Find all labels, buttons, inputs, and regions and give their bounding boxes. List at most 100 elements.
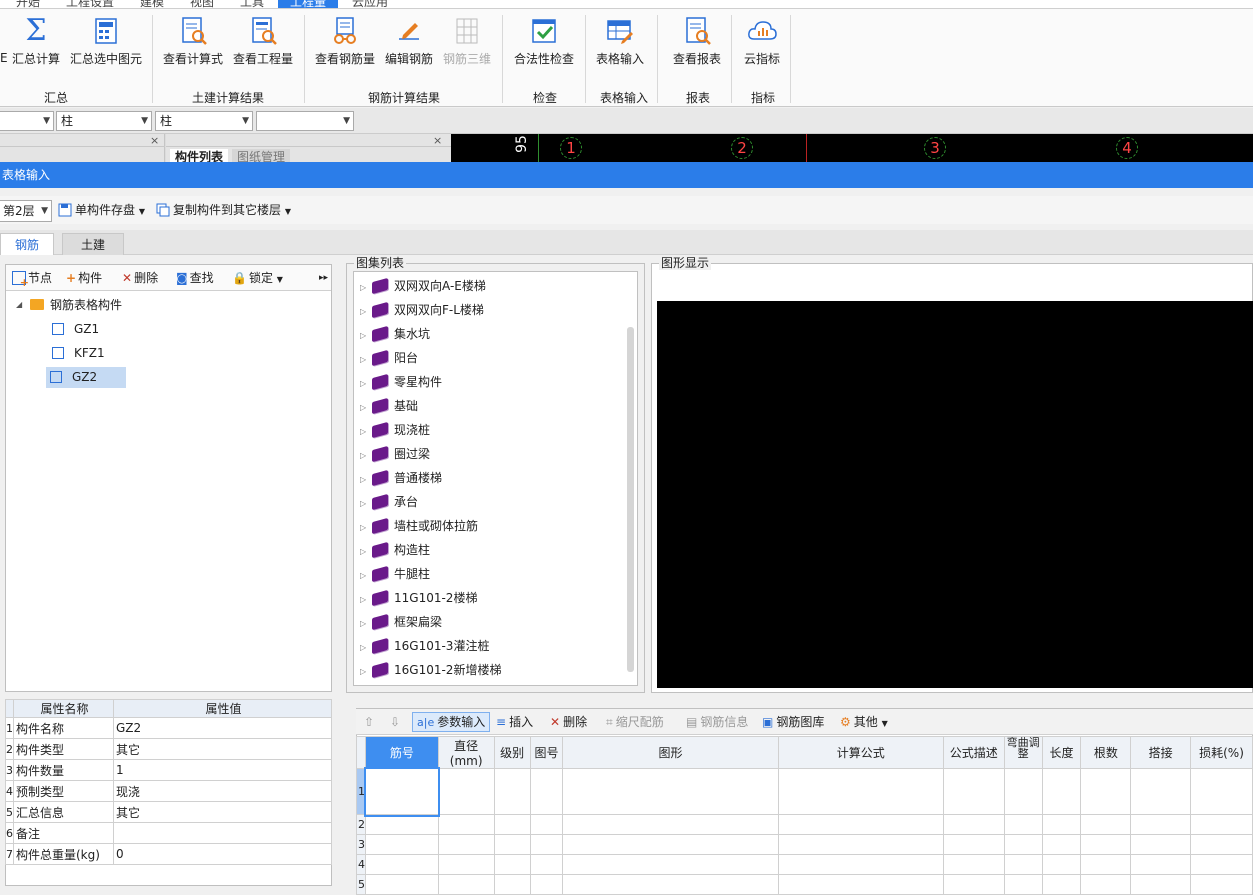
row-number[interactable]: 2 [356,814,366,835]
atlas-item[interactable]: ▷ 零星构件 [360,373,442,392]
prop-value[interactable]: 其它 [113,738,332,760]
grid-cell[interactable] [1003,768,1043,815]
grid-cell[interactable] [365,874,439,895]
menu-tab-modeling[interactable]: 建模 [134,0,170,8]
row-number[interactable]: 4 [356,854,366,875]
atlas-item[interactable]: ▷ 普通楼梯 [360,469,442,488]
atlas-item[interactable]: ▷ 16G101-2新增楼梯 [360,661,501,680]
grid-cell[interactable] [1080,834,1132,855]
col-bar-no[interactable]: 筋号 [365,736,439,769]
grid-cell[interactable] [562,768,779,815]
expand-arrow-icon[interactable]: ▷ [360,616,372,632]
grid-cell[interactable] [1041,768,1082,815]
grid-cell[interactable] [437,874,495,895]
grid-cell[interactable] [1041,814,1082,835]
menu-tab-start[interactable]: 开始 [10,0,46,8]
insert-button[interactable]: ≡ 插入 [496,714,533,730]
tree-root[interactable]: 钢筋表格构件 [30,296,122,314]
grid-cell[interactable] [562,814,779,835]
grid-cell[interactable] [365,814,439,835]
summary-calc-button[interactable]: Σ 汇总计算 [10,15,62,75]
tab-rebar[interactable]: 钢筋 [0,233,54,255]
grid-cell[interactable] [529,814,564,835]
grid-cell[interactable] [493,768,531,815]
grid-cell[interactable] [942,768,1005,815]
grid-cell[interactable] [1130,834,1192,855]
expand-arrow-icon[interactable]: ▷ [360,592,372,608]
grid-cell[interactable] [529,768,564,815]
menu-tab-tools[interactable]: 工具 [234,0,270,8]
atlas-item[interactable]: ▷ 圈过梁 [360,445,430,464]
rebar-info-button[interactable]: ▤ 钢筋信息 [686,714,748,730]
grid-cell[interactable] [529,834,564,855]
grid-cell[interactable] [1080,854,1132,875]
col-shape[interactable]: 图形 [562,736,779,769]
prop-value[interactable]: 1 [113,759,332,781]
move-down-icon[interactable]: ⇩ [390,714,400,730]
col-figure-no[interactable]: 图号 [529,736,564,769]
grid-cell[interactable] [1041,874,1082,895]
expand-arrow-icon[interactable]: ▷ [360,520,372,536]
grid-cell[interactable] [1130,814,1192,835]
expand-arrow-icon[interactable]: ▷ [360,376,372,392]
add-component-button[interactable]: + 构件 [66,270,102,286]
grid-cell[interactable] [1130,854,1192,875]
grid-cell[interactable] [493,854,531,875]
col-bend-adjust[interactable]: 弯曲调整 [1003,736,1043,769]
grid-cell[interactable] [562,834,779,855]
expand-arrow-icon[interactable]: ▷ [360,448,372,464]
prop-value[interactable]: 0 [113,843,332,865]
tree-item-selected[interactable]: GZ2 [46,367,126,388]
grid-cell[interactable] [942,854,1005,875]
prop-value[interactable] [113,822,332,844]
prop-value[interactable]: 其它 [113,801,332,823]
expand-arrow-icon[interactable]: ▷ [360,640,372,656]
grid-cell[interactable] [1003,854,1043,875]
tree-item[interactable]: KFZ1 [48,344,109,362]
rebar-library-button[interactable]: ▣ 钢筋图库 [762,714,824,730]
grid-cell[interactable] [437,854,495,875]
col-grade[interactable]: 级别 [493,736,531,769]
prop-value[interactable]: 现浇 [113,780,332,802]
cloud-index-button[interactable]: 云指标 [740,15,784,75]
grid-cell[interactable] [1190,854,1253,875]
expand-arrow-icon[interactable]: ▷ [360,568,372,584]
grid-cell[interactable] [1041,834,1082,855]
col-diameter[interactable]: 直径(mm) [437,736,495,769]
grid-cell[interactable] [1003,814,1043,835]
grid-cell[interactable] [365,834,439,855]
grid-cell[interactable] [777,854,944,875]
table-input-button[interactable]: 表格输入 [593,15,647,75]
expand-arrow-icon[interactable]: ▷ [360,496,372,512]
find-button[interactable]: ◙ 查找 [176,270,214,286]
atlas-item[interactable]: ▷ 16G101-3灌注桩 [360,637,489,656]
menu-tab-quantity[interactable]: 工程量 [278,0,338,8]
atlas-item[interactable]: ▷ 构造柱 [360,541,430,560]
expand-arrow-icon[interactable]: ▷ [360,424,372,440]
grid-cell[interactable] [562,854,779,875]
expand-arrow-icon[interactable]: ▷ [360,400,372,416]
delete-button[interactable]: ✕ 删除 [122,270,158,286]
grid-cell[interactable] [777,814,944,835]
scale-rebar-button[interactable]: ⌗ 缩尺配筋 [606,714,664,730]
grid-cell[interactable] [1190,874,1253,895]
grid-cell[interactable] [437,814,495,835]
col-lap[interactable]: 搭接 [1130,736,1192,769]
grid-cell[interactable] [1003,834,1043,855]
atlas-item[interactable]: ▷ 双网双向F-L楼梯 [360,301,484,320]
lock-button[interactable]: 🔒 锁定 ▼ [232,270,283,288]
copy-to-floors-button[interactable]: 复制构件到其它楼层 ▼ [156,201,291,221]
expand-arrow-icon[interactable]: ▷ [360,544,372,560]
grid-cell[interactable] [1080,768,1132,815]
grid-cell[interactable] [493,834,531,855]
more-icon[interactable]: ▸▸ [319,270,328,286]
atlas-scrollbar[interactable] [627,327,634,672]
prop-value[interactable]: GZ2 [113,717,332,739]
view-rebar-qty-button[interactable]: 查看钢筋量 [314,15,376,75]
expand-arrow-icon[interactable]: ▷ [360,304,372,320]
grid-cell[interactable] [493,814,531,835]
grid-cell[interactable] [529,854,564,875]
row-number[interactable]: 1 [356,768,366,815]
grid-cell[interactable] [1041,854,1082,875]
grid-cell[interactable] [1190,834,1253,855]
